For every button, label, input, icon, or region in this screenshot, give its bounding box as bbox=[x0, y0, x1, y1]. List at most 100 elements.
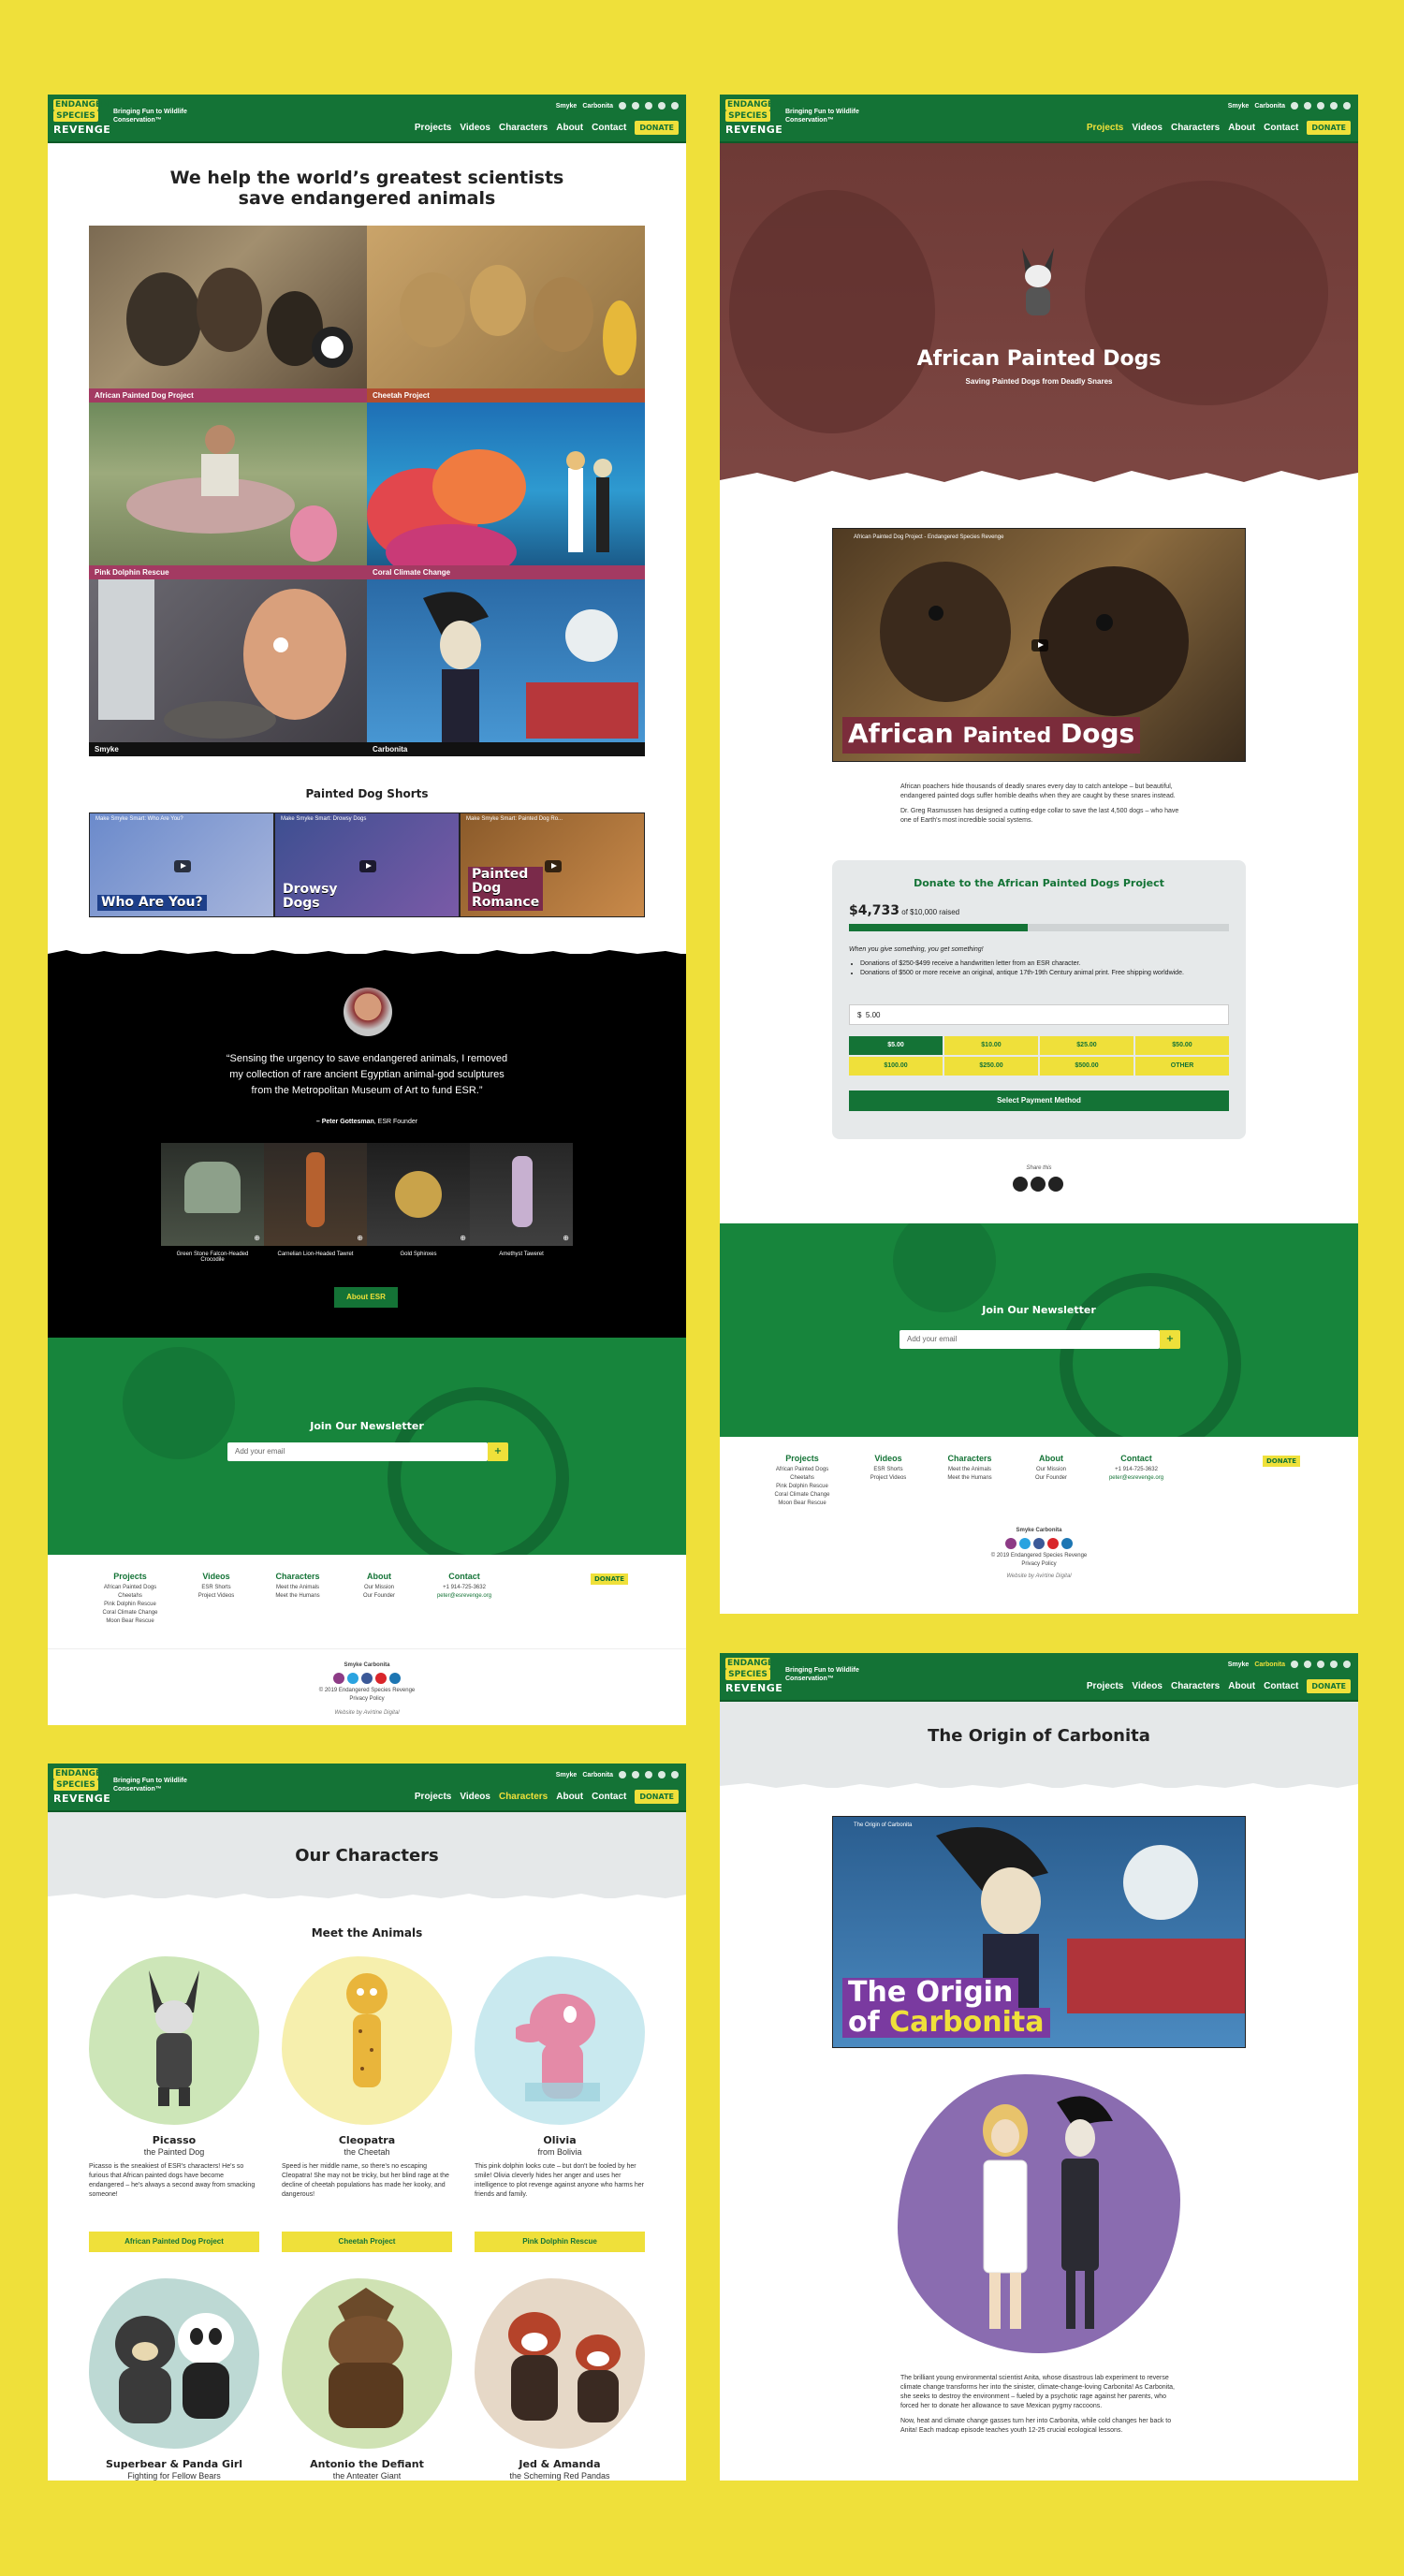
footer-email[interactable]: peter@esrevenge.org bbox=[427, 1592, 502, 1601]
privacy-link[interactable]: Privacy Policy bbox=[48, 1695, 686, 1704]
site-logo[interactable]: ENDANGERED SPECIES REVENGE bbox=[53, 1768, 121, 1808]
credit-link[interactable]: Website by Avirtine Digital bbox=[720, 1573, 1358, 1581]
youtube-icon[interactable] bbox=[375, 1673, 387, 1684]
amount-option[interactable]: $250.00 bbox=[944, 1057, 1038, 1076]
tile-carbonita[interactable]: Carbonita bbox=[367, 579, 645, 756]
donate-button[interactable]: DONATE bbox=[635, 1790, 679, 1804]
twitter-icon[interactable] bbox=[632, 1771, 639, 1778]
amount-option[interactable]: $50.00 bbox=[1135, 1036, 1229, 1055]
footer-heading[interactable]: Contact bbox=[427, 1572, 502, 1581]
top-link-smyke[interactable]: Smyke bbox=[1228, 103, 1250, 110]
instagram-icon[interactable] bbox=[1005, 1538, 1016, 1549]
twitter-icon[interactable] bbox=[1031, 1177, 1046, 1192]
twitter-icon[interactable] bbox=[347, 1673, 358, 1684]
facebook-icon[interactable] bbox=[1317, 1661, 1324, 1668]
top-link-carbonita[interactable]: Carbonita bbox=[582, 103, 613, 110]
play-icon[interactable] bbox=[1031, 639, 1048, 651]
amount-option[interactable]: $100.00 bbox=[849, 1057, 943, 1076]
facebook-icon[interactable] bbox=[645, 102, 652, 110]
footer-heading[interactable]: Characters bbox=[937, 1454, 1002, 1463]
footer-donate-button[interactable]: DONATE bbox=[591, 1573, 629, 1585]
nav-characters[interactable]: Characters bbox=[499, 1792, 548, 1802]
tile-cheetah[interactable]: Cheetah Project bbox=[367, 226, 645, 402]
character-project-button[interactable]: Cheetah Project bbox=[282, 2232, 452, 2252]
footer-link[interactable]: Meet the Humans bbox=[937, 1474, 1002, 1483]
site-logo[interactable]: ENDANGERED SPECIES REVENGE bbox=[53, 99, 121, 139]
twitter-icon[interactable] bbox=[632, 102, 639, 110]
email-icon[interactable] bbox=[1048, 1177, 1063, 1192]
sculpture-card[interactable]: ⊕ bbox=[264, 1143, 367, 1246]
credit-link[interactable]: Website by Avirtine Digital bbox=[48, 1709, 686, 1718]
nav-characters[interactable]: Characters bbox=[1171, 1681, 1220, 1691]
play-icon[interactable] bbox=[545, 860, 562, 872]
facebook-icon[interactable] bbox=[1033, 1538, 1045, 1549]
amount-option[interactable]: $500.00 bbox=[1040, 1057, 1133, 1076]
nav-about[interactable]: About bbox=[1228, 1681, 1255, 1691]
email-input[interactable]: Add your email bbox=[899, 1330, 1160, 1349]
linkedin-icon[interactable] bbox=[1061, 1538, 1073, 1549]
linkedin-icon[interactable] bbox=[1343, 1661, 1351, 1668]
facebook-icon[interactable] bbox=[645, 1771, 652, 1778]
site-logo[interactable]: ENDANGERED SPECIES REVENGE bbox=[725, 1658, 793, 1697]
sculpture-card[interactable]: ⊕ bbox=[367, 1143, 470, 1246]
nav-projects[interactable]: Projects bbox=[1087, 1681, 1123, 1691]
carbonita-video[interactable]: The Origin of Carbonita The Origin of Ca… bbox=[832, 1816, 1246, 2048]
amount-option[interactable]: OTHER bbox=[1135, 1057, 1229, 1076]
top-link-carbonita[interactable]: Carbonita bbox=[582, 1772, 613, 1778]
footer-heading[interactable]: Characters bbox=[265, 1572, 330, 1581]
site-logo[interactable]: ENDANGERED SPECIES REVENGE bbox=[725, 99, 793, 139]
nav-videos[interactable]: Videos bbox=[460, 123, 490, 133]
sculpture-card[interactable]: ⊕ bbox=[470, 1143, 573, 1246]
linkedin-icon[interactable] bbox=[389, 1673, 401, 1684]
privacy-link[interactable]: Privacy Policy bbox=[720, 1560, 1358, 1569]
footer-email[interactable]: peter@esrevenge.org bbox=[1099, 1474, 1174, 1483]
footer-link[interactable]: Pink Dolphin Rescue bbox=[95, 1601, 166, 1609]
nav-projects[interactable]: Projects bbox=[415, 1792, 451, 1802]
footer-heading[interactable]: About bbox=[351, 1572, 407, 1581]
instagram-icon[interactable] bbox=[619, 1771, 626, 1778]
top-link-smyke[interactable]: Smyke bbox=[556, 103, 578, 110]
nav-about[interactable]: About bbox=[1228, 123, 1255, 133]
footer-link[interactable]: Our Founder bbox=[1023, 1474, 1079, 1483]
footer-link[interactable]: Meet the Animals bbox=[265, 1584, 330, 1592]
footer-link[interactable]: Our Mission bbox=[1023, 1466, 1079, 1474]
character-project-button[interactable]: African Painted Dog Project bbox=[89, 2232, 259, 2252]
footer-link[interactable]: Project Videos bbox=[860, 1474, 916, 1483]
twitter-icon[interactable] bbox=[1019, 1538, 1031, 1549]
footer-link[interactable]: Our Founder bbox=[351, 1592, 407, 1601]
short-video-2[interactable]: Make Smyke Smart: Drowsy Dogs Drowsy Dog… bbox=[274, 812, 460, 917]
about-esr-button[interactable]: About ESR bbox=[334, 1287, 398, 1308]
donate-button[interactable]: DONATE bbox=[635, 121, 679, 135]
facebook-icon[interactable] bbox=[1013, 1177, 1028, 1192]
footer-link[interactable]: Our Mission bbox=[351, 1584, 407, 1592]
nav-about[interactable]: About bbox=[556, 1792, 583, 1802]
sculpture-card[interactable]: ⊕ bbox=[161, 1143, 264, 1246]
nav-projects[interactable]: Projects bbox=[1087, 123, 1123, 133]
newsletter-submit-button[interactable]: + bbox=[488, 1442, 508, 1461]
footer-phone[interactable]: +1 914-725-3632 bbox=[1099, 1466, 1174, 1474]
instagram-icon[interactable] bbox=[619, 102, 626, 110]
twitter-icon[interactable] bbox=[1304, 1661, 1311, 1668]
short-video-3[interactable]: Make Smyke Smart: Painted Dog Ro... Pain… bbox=[460, 812, 645, 917]
footer-heading[interactable]: Projects bbox=[95, 1572, 166, 1581]
top-link-carbonita[interactable]: Carbonita bbox=[1254, 1661, 1285, 1668]
nav-contact[interactable]: Contact bbox=[1264, 123, 1298, 133]
footer-donate-button[interactable]: DONATE bbox=[1263, 1456, 1301, 1467]
character-project-button[interactable]: Pink Dolphin Rescue bbox=[475, 2232, 645, 2252]
footer-heading[interactable]: Videos bbox=[188, 1572, 244, 1581]
top-link-smyke[interactable]: Smyke bbox=[556, 1772, 578, 1778]
linkedin-icon[interactable] bbox=[671, 102, 679, 110]
zoom-icon[interactable]: ⊕ bbox=[254, 1234, 260, 1242]
facebook-icon[interactable] bbox=[361, 1673, 373, 1684]
top-link-carbonita[interactable]: Carbonita bbox=[1254, 103, 1285, 110]
footer-link[interactable]: Project Videos bbox=[188, 1592, 244, 1601]
footer-link[interactable]: African Painted Dogs bbox=[767, 1466, 838, 1474]
nav-videos[interactable]: Videos bbox=[1132, 1681, 1163, 1691]
youtube-icon[interactable] bbox=[1330, 102, 1338, 110]
footer-link[interactable]: Coral Climate Change bbox=[95, 1609, 166, 1617]
zoom-icon[interactable]: ⊕ bbox=[460, 1234, 466, 1242]
tile-pink-dolphin[interactable]: Pink Dolphin Rescue bbox=[89, 402, 367, 579]
donate-button[interactable]: DONATE bbox=[1307, 1679, 1351, 1693]
footer-link[interactable]: ESR Shorts bbox=[860, 1466, 916, 1474]
nav-characters[interactable]: Characters bbox=[499, 123, 548, 133]
